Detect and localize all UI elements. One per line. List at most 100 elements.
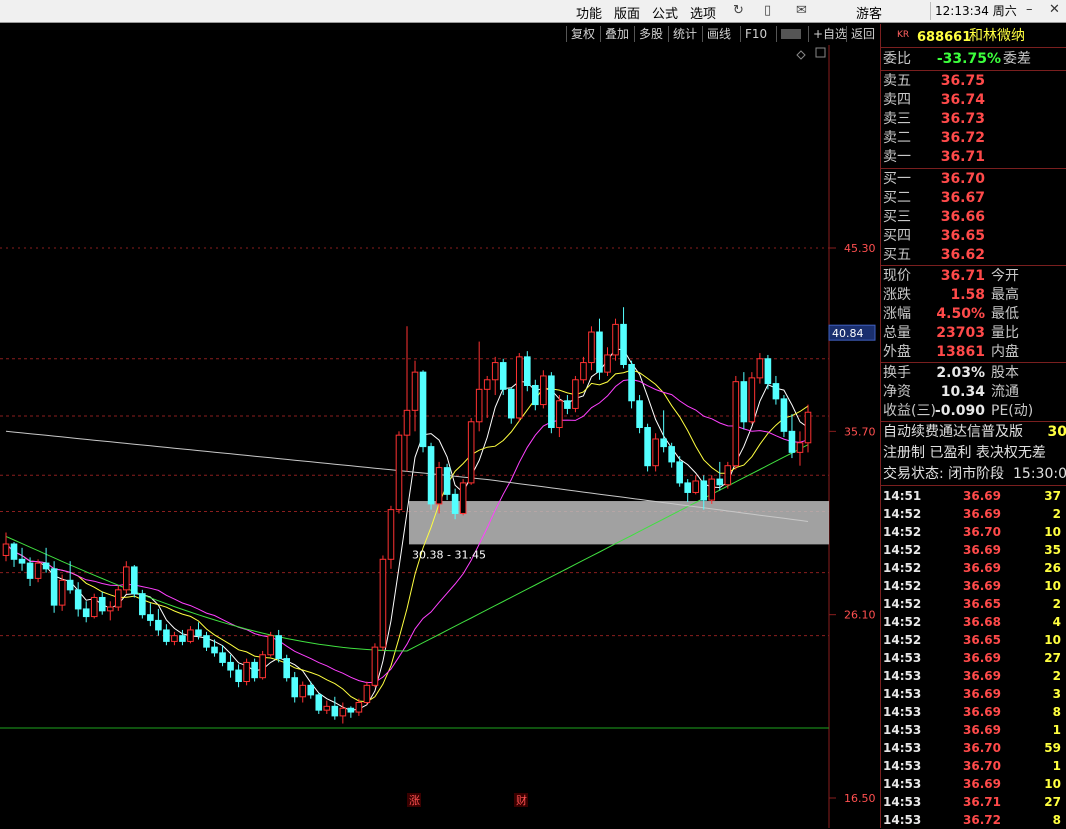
- tick-row: 14:53 36.69 10: [883, 775, 1066, 793]
- info-line-1: 自动续费通达信普及版 30: [883, 423, 1066, 442]
- candle-body: [748, 377, 756, 423]
- blurred-button[interactable]: [776, 26, 807, 42]
- candle-body: [26, 562, 34, 579]
- tick-price: 36.70: [963, 741, 1001, 755]
- quote-row-3-label2: 量比: [991, 325, 1019, 341]
- f10-button[interactable]: F10: [740, 26, 767, 42]
- tick-price: 36.69: [963, 507, 1001, 521]
- menu-formula[interactable]: 公式: [652, 3, 678, 22]
- fund-row-1: 净资 10.34 流通: [883, 383, 1066, 402]
- phone-icon[interactable]: ▯: [764, 3, 771, 18]
- candle-body: [235, 669, 242, 683]
- candle-body: [676, 461, 683, 484]
- candle-body: [459, 482, 467, 514]
- candle-body: [371, 646, 379, 686]
- guest-label[interactable]: 游客: [856, 3, 882, 22]
- candle-body: [2, 543, 10, 556]
- candle-body: [275, 635, 282, 660]
- candle-body: [98, 596, 106, 612]
- tick-time: 14:53: [883, 795, 922, 809]
- ask-level-5: 卖五 36.75: [883, 72, 1066, 91]
- candle-body: [764, 358, 772, 385]
- bid-level-3-value: 36.66: [940, 209, 985, 225]
- tick-time: 14:52: [883, 633, 922, 647]
- stock-name: 和林微纳: [969, 28, 1025, 44]
- candle-body: [491, 362, 499, 381]
- chart-toolbar: 复权 叠加 多股 统计 画线 F10 +自选 返回: [0, 24, 880, 45]
- minimize-icon[interactable]: –: [1026, 2, 1033, 17]
- mail-icon[interactable]: ✉: [796, 3, 807, 18]
- candle-body: [179, 635, 186, 642]
- candle-body: [347, 707, 355, 713]
- quote-row-4: 外盘 13861 内盘: [883, 343, 1066, 362]
- candle-body: [34, 562, 42, 579]
- back-button[interactable]: 返回: [846, 26, 875, 42]
- ask-level-4-value: 36.74: [940, 92, 985, 108]
- candle-body: [403, 409, 411, 436]
- candle-body: [499, 362, 507, 390]
- candle-body: [628, 363, 635, 402]
- menu-options[interactable]: 选项: [690, 3, 716, 22]
- divider: [881, 47, 1066, 48]
- close-icon[interactable]: ✕: [1049, 2, 1060, 17]
- candle-body: [106, 606, 114, 612]
- tick-row: 14:53 36.70 1: [883, 757, 1066, 775]
- ask-level-2: 卖二 36.72: [883, 129, 1066, 148]
- quote-row-1-value: 1.58: [950, 287, 985, 303]
- candle-body: [548, 375, 555, 429]
- tick-volume: 2: [1052, 669, 1061, 683]
- add-watchlist-button[interactable]: +自选: [808, 26, 847, 42]
- fund-row-1-label: 净资: [883, 384, 911, 400]
- tick-volume: 35: [1044, 543, 1061, 557]
- candle-body: [443, 467, 451, 495]
- candle-body: [66, 579, 74, 591]
- tick-time: 14:53: [883, 705, 922, 719]
- divider: [881, 421, 1066, 422]
- tick-row: 14:52 36.69 2: [883, 505, 1066, 523]
- tick-time: 14:53: [883, 669, 922, 683]
- chart-grid: [0, 45, 836, 828]
- refresh-icon[interactable]: ↻: [733, 3, 744, 18]
- ask-level-3-label: 卖三: [883, 111, 911, 127]
- crosshair-label: 40.84: [832, 327, 864, 340]
- menu-layout[interactable]: 版面: [614, 3, 640, 22]
- candlestick-chart[interactable]: 45.30 35.70 26.10 16.50 40.84 30.38 - 31.45 涨 财: [0, 45, 880, 828]
- candle-body: [644, 427, 651, 467]
- tick-volume: 10: [1044, 633, 1061, 647]
- overlay-button[interactable]: 叠加: [600, 26, 629, 42]
- tick-time: 14:52: [883, 597, 922, 611]
- tick-row: 14:53 36.69 3: [883, 685, 1066, 703]
- quote-row-2: 涨幅 4.50% 最低: [883, 305, 1066, 324]
- draw-line-button[interactable]: 画线: [702, 26, 731, 42]
- candle-body: [796, 442, 804, 453]
- tick-row: 14:52 36.68 4: [883, 613, 1066, 631]
- tick-time: 14:52: [883, 543, 922, 557]
- quote-row-0-value: 36.71: [940, 268, 985, 284]
- tick-volume: 26: [1044, 561, 1061, 575]
- candle-body: [331, 705, 339, 717]
- tick-time: 14:53: [883, 723, 922, 737]
- multi-stock-button[interactable]: 多股: [634, 26, 663, 42]
- tick-price: 36.72: [963, 813, 1001, 827]
- candle-body: [211, 646, 218, 654]
- diamond-icon: [796, 50, 806, 60]
- tick-row: 14:53 36.69 27: [883, 649, 1066, 667]
- candle-body: [668, 446, 675, 463]
- restore-rights-button[interactable]: 复权: [566, 26, 595, 42]
- fund-row-2: 收益(三) -0.090 PE(动): [883, 402, 1066, 421]
- candle-body: [540, 375, 547, 406]
- menu-function[interactable]: 功能: [576, 3, 602, 22]
- candle-body: [636, 400, 643, 429]
- candle-body: [355, 702, 363, 713]
- candle-body: [82, 608, 90, 618]
- quote-row-2-label: 涨幅: [883, 306, 911, 322]
- bid-level-2-label: 买二: [883, 190, 911, 206]
- trade-status-time: 15:30:0: [1013, 466, 1066, 482]
- candle-body: [259, 654, 266, 679]
- tick-volume: 8: [1052, 813, 1061, 827]
- candle-body: [467, 421, 475, 484]
- bid-level-5-value: 36.62: [940, 247, 985, 263]
- candle-body: [716, 478, 724, 486]
- statistics-button[interactable]: 统计: [668, 26, 697, 42]
- candle-body: [74, 589, 82, 610]
